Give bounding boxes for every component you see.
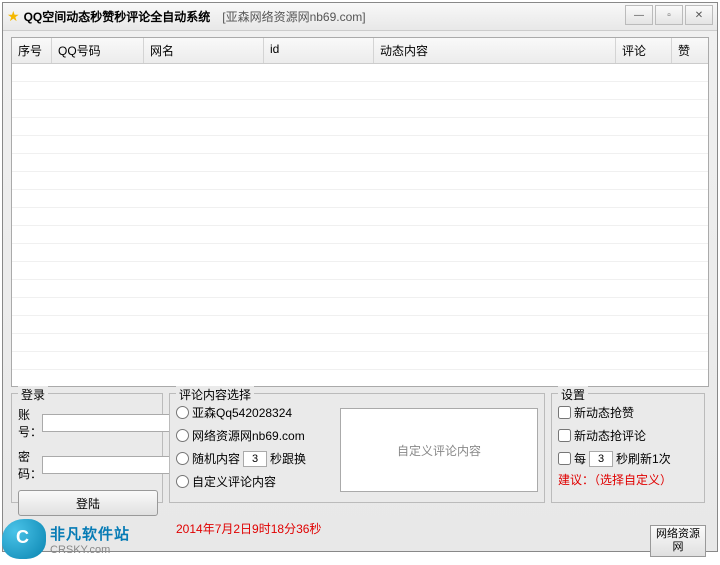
comment-title: 评论内容选择 bbox=[176, 386, 254, 403]
refresh-seconds-input[interactable] bbox=[589, 451, 613, 467]
radio-opt1[interactable] bbox=[176, 406, 189, 419]
password-label: 密码： bbox=[18, 448, 42, 482]
settings-title: 设置 bbox=[558, 386, 588, 403]
app-window: ★ QQ空间动态秒赞秒评论全自动系统 [亚森网络资源网nb69.com] — ▫… bbox=[2, 2, 718, 552]
watermark-line2: CRSKY.com bbox=[50, 544, 130, 556]
col-seq[interactable]: 序号 bbox=[12, 38, 52, 63]
col-content[interactable]: 动态内容 bbox=[374, 38, 616, 63]
chk-refresh[interactable] bbox=[558, 452, 571, 465]
watermark: 非凡软件站 CRSKY.com bbox=[2, 519, 130, 559]
table-row bbox=[12, 226, 708, 244]
table-row bbox=[12, 82, 708, 100]
col-comment[interactable]: 评论 bbox=[616, 38, 672, 63]
table-row bbox=[12, 244, 708, 262]
table-body[interactable] bbox=[12, 64, 708, 387]
custom-comment-textarea[interactable]: 自定义评论内容 bbox=[340, 408, 538, 492]
radio-opt4[interactable] bbox=[176, 475, 189, 488]
table-row bbox=[12, 298, 708, 316]
account-label: 账号： bbox=[18, 406, 42, 440]
table-row bbox=[12, 64, 708, 82]
table-row bbox=[12, 352, 708, 370]
col-name[interactable]: 网名 bbox=[144, 38, 264, 63]
login-title: 登录 bbox=[18, 386, 48, 403]
random-seconds-input[interactable] bbox=[243, 451, 267, 467]
table-row bbox=[12, 118, 708, 136]
table-header: 序号 QQ号码 网名 id 动态内容 评论 赞 bbox=[12, 38, 708, 64]
star-icon: ★ bbox=[7, 8, 20, 25]
bottom-panel: 登录 账号： 密码： 登陆 评论内容选择 亚森Qq542028324 bbox=[11, 393, 709, 503]
maximize-button[interactable]: ▫ bbox=[655, 5, 683, 25]
table-row bbox=[12, 208, 708, 226]
table-row bbox=[12, 334, 708, 352]
timestamp: 2014年7月2日9时18分36秒 bbox=[176, 520, 321, 537]
col-qq[interactable]: QQ号码 bbox=[52, 38, 144, 63]
window-controls: — ▫ ✕ bbox=[623, 5, 713, 25]
radio-opt2[interactable] bbox=[176, 429, 189, 442]
chk-new-like-label: 新动态抢赞 bbox=[574, 404, 634, 421]
minimize-button[interactable]: — bbox=[625, 5, 653, 25]
table-row bbox=[12, 280, 708, 298]
table-row bbox=[12, 316, 708, 334]
table-row bbox=[12, 136, 708, 154]
radio-opt3-prefix: 随机内容 bbox=[192, 450, 240, 467]
table-row bbox=[12, 154, 708, 172]
radio-opt3-suffix: 秒跟换 bbox=[270, 450, 306, 467]
radio-opt2-label: 网络资源网nb69.com bbox=[192, 427, 305, 444]
table-row bbox=[12, 190, 708, 208]
login-group: 登录 账号： 密码： 登陆 bbox=[11, 393, 163, 503]
data-table: 序号 QQ号码 网名 id 动态内容 评论 赞 bbox=[11, 37, 709, 387]
table-row bbox=[12, 370, 708, 387]
app-title: QQ空间动态秒赞秒评论全自动系统 bbox=[24, 8, 211, 25]
chk-new-comment-label: 新动态抢评论 bbox=[574, 427, 646, 444]
chk-refresh-suffix: 秒刷新1次 bbox=[616, 450, 671, 467]
col-like[interactable]: 赞 bbox=[672, 38, 708, 63]
close-button[interactable]: ✕ bbox=[685, 5, 713, 25]
titlebar: ★ QQ空间动态秒赞秒评论全自动系统 [亚森网络资源网nb69.com] — ▫… bbox=[3, 3, 717, 31]
chk-refresh-prefix: 每 bbox=[574, 450, 586, 467]
radio-opt3[interactable] bbox=[176, 452, 189, 465]
resource-button[interactable]: 网络资源网 bbox=[650, 525, 706, 557]
table-row bbox=[12, 172, 708, 190]
watermark-logo-icon bbox=[2, 519, 46, 559]
custom-comment-placeholder: 自定义评论内容 bbox=[397, 442, 481, 459]
col-id[interactable]: id bbox=[264, 38, 374, 63]
advice-text: 建议：（选择自定义） bbox=[558, 471, 698, 488]
watermark-line1: 非凡软件站 bbox=[50, 523, 130, 544]
settings-group: 设置 新动态抢赞 新动态抢评论 每 秒刷新1次 建议：（选择自定义） bbox=[551, 393, 705, 503]
chk-new-comment[interactable] bbox=[558, 429, 571, 442]
table-row bbox=[12, 100, 708, 118]
radio-opt1-label: 亚森Qq542028324 bbox=[192, 404, 292, 421]
app-subtitle: [亚森网络资源网nb69.com] bbox=[222, 8, 365, 25]
comment-group: 评论内容选择 亚森Qq542028324 网络资源网nb69.com 随机内容 bbox=[169, 393, 545, 503]
chk-new-like[interactable] bbox=[558, 406, 571, 419]
login-button[interactable]: 登陆 bbox=[18, 490, 158, 516]
content-area: 序号 QQ号码 网名 id 动态内容 评论 赞 bbox=[3, 31, 717, 507]
table-row bbox=[12, 262, 708, 280]
radio-opt4-label: 自定义评论内容 bbox=[192, 473, 276, 490]
